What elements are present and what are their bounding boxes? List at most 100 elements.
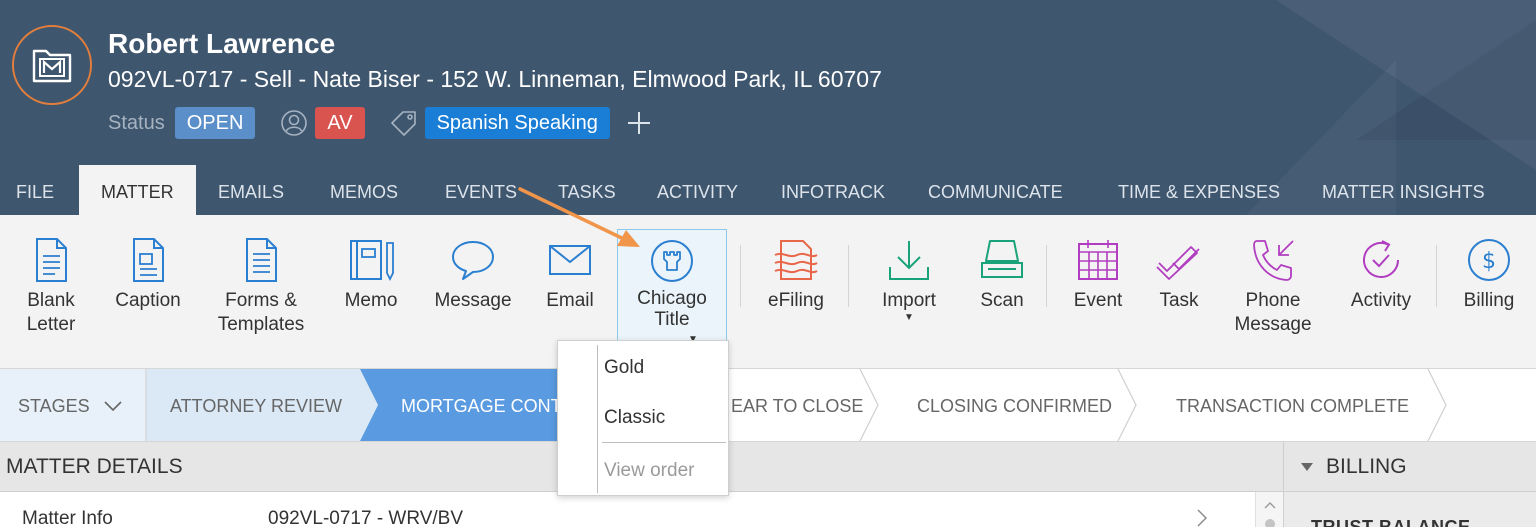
menu-item-classic[interactable]: Classic bbox=[604, 407, 665, 429]
tab-activity[interactable]: ACTIVITY bbox=[643, 165, 752, 215]
toolbar-separator bbox=[1046, 245, 1047, 307]
matter-folder-icon bbox=[12, 25, 92, 105]
menu-divider bbox=[602, 442, 726, 443]
chicago-title-label: Chicago Title bbox=[637, 288, 707, 330]
chicago-title-logo-icon bbox=[647, 236, 697, 286]
stage-attorney-review[interactable]: ATTORNEY REVIEW bbox=[170, 369, 342, 441]
tab-events[interactable]: EVENTS bbox=[431, 165, 531, 215]
tab-file[interactable]: FILE bbox=[2, 165, 68, 215]
tab-matter[interactable]: MATTER bbox=[79, 165, 196, 215]
import-caret-icon: ▼ bbox=[904, 312, 914, 323]
details-scrollbar[interactable] bbox=[1255, 492, 1283, 527]
speech-bubble-icon bbox=[448, 235, 498, 285]
tab-infotrack[interactable]: INFOTRACK bbox=[767, 165, 899, 215]
caption-label: Caption bbox=[115, 290, 181, 311]
document-icon bbox=[26, 235, 76, 285]
import-label: Import bbox=[882, 290, 936, 311]
caption-button[interactable]: Caption bbox=[106, 215, 190, 355]
blank-letter-label: Blank Letter bbox=[26, 290, 76, 335]
billing-panel-header[interactable]: BILLING bbox=[1283, 442, 1536, 492]
tab-time-expenses[interactable]: TIME & EXPENSES bbox=[1104, 165, 1294, 215]
chicago-title-menu: Gold Classic View order bbox=[557, 340, 729, 496]
chevron-down-icon bbox=[104, 401, 122, 412]
client-name[interactable]: Robert Lawrence bbox=[108, 28, 335, 60]
tab-matter-insights[interactable]: MATTER INSIGHTS bbox=[1308, 165, 1499, 215]
scan-label: Scan bbox=[980, 290, 1024, 311]
matter-info-label: Matter Info bbox=[22, 508, 113, 527]
dollar-icon: $ bbox=[1464, 235, 1514, 285]
task-button[interactable]: Task bbox=[1148, 215, 1210, 355]
chevron-right-icon[interactable] bbox=[1196, 508, 1208, 527]
envelope-icon bbox=[545, 235, 595, 285]
calendar-icon bbox=[1073, 235, 1123, 285]
assignee-badge[interactable]: AV bbox=[315, 107, 365, 139]
event-button[interactable]: Event bbox=[1066, 215, 1130, 355]
stage-mortgage-contingency[interactable]: MORTGAGE CONT bbox=[401, 369, 562, 441]
activity-refresh-icon bbox=[1356, 235, 1406, 285]
tag-badge[interactable]: Spanish Speaking bbox=[424, 107, 610, 139]
templates-icon bbox=[236, 235, 286, 285]
billing-panel: TRUST BALANCE bbox=[1283, 492, 1536, 527]
download-icon bbox=[884, 235, 934, 285]
scroll-up-icon[interactable] bbox=[1256, 492, 1284, 527]
tab-communicate[interactable]: COMMUNICATE bbox=[914, 165, 1077, 215]
status-label: Status bbox=[108, 111, 165, 134]
memo-button[interactable]: Memo bbox=[334, 215, 408, 355]
forms-templates-label: Forms & Templates bbox=[217, 290, 305, 335]
stage-clear-to-close[interactable]: EAR TO CLOSE bbox=[731, 369, 863, 441]
message-button[interactable]: Message bbox=[428, 215, 518, 355]
phone-message-button[interactable]: Phone Message bbox=[1226, 215, 1320, 355]
efiling-icon bbox=[771, 235, 821, 285]
task-check-icon bbox=[1154, 235, 1204, 285]
caption-document-icon bbox=[123, 235, 173, 285]
trust-balance-heading: TRUST BALANCE bbox=[1311, 517, 1471, 527]
menu-gutter bbox=[597, 345, 598, 493]
add-tag-icon[interactable] bbox=[624, 108, 654, 138]
matter-info-value[interactable]: 092VL-0717 - WRV/BV bbox=[268, 508, 463, 527]
toolbar-separator bbox=[740, 245, 741, 307]
stages-bar: STAGES ATTORNEY REVIEW MORTGAGE CONT EAR… bbox=[0, 368, 1536, 442]
tab-memos[interactable]: MEMOS bbox=[316, 165, 412, 215]
header-decoration bbox=[1356, 20, 1536, 140]
matter-summary: 092VL-0717 - Sell - Nate Biser - 152 W. … bbox=[108, 66, 882, 92]
tab-tasks[interactable]: TASKS bbox=[544, 165, 630, 215]
billing-button[interactable]: $ Billing bbox=[1456, 215, 1522, 355]
menu-item-gold[interactable]: Gold bbox=[604, 357, 644, 379]
stage-closing-confirmed[interactable]: CLOSING CONFIRMED bbox=[917, 369, 1112, 441]
email-label: Email bbox=[546, 290, 594, 311]
event-label: Event bbox=[1073, 290, 1123, 311]
message-label: Message bbox=[434, 290, 512, 311]
forms-templates-button[interactable]: Forms & Templates bbox=[210, 215, 312, 355]
billing-label: Billing bbox=[1463, 290, 1515, 311]
tag-icon bbox=[389, 108, 419, 138]
tab-emails[interactable]: EMAILS bbox=[204, 165, 298, 215]
blank-letter-button[interactable]: Blank Letter bbox=[12, 215, 90, 355]
scanner-icon bbox=[977, 235, 1027, 285]
phone-message-label: Phone Message bbox=[1234, 290, 1312, 335]
stages-dropdown[interactable]: STAGES bbox=[18, 369, 123, 441]
user-icon bbox=[279, 108, 309, 138]
notebook-icon bbox=[346, 235, 396, 285]
activity-button[interactable]: Activity bbox=[1340, 215, 1422, 355]
matter-details-title: MATTER DETAILS bbox=[6, 455, 183, 478]
ribbon-toolbar: Blank Letter Caption Forms & Templates M… bbox=[0, 215, 1536, 368]
efiling-button[interactable]: eFiling bbox=[758, 215, 834, 355]
collapse-triangle-icon[interactable] bbox=[1301, 463, 1313, 471]
toolbar-separator bbox=[848, 245, 849, 307]
chicago-title-button[interactable]: Chicago Title ▼ bbox=[617, 229, 727, 353]
task-label: Task bbox=[1159, 290, 1199, 311]
memo-label: Memo bbox=[344, 290, 398, 311]
efiling-label: eFiling bbox=[768, 290, 824, 311]
email-button[interactable]: Email bbox=[536, 215, 604, 355]
toolbar-separator bbox=[1436, 245, 1437, 307]
import-button[interactable]: Import ▼ bbox=[872, 215, 946, 355]
svg-text:$: $ bbox=[1482, 249, 1496, 274]
stage-transaction-complete[interactable]: TRANSACTION COMPLETE bbox=[1176, 369, 1409, 441]
billing-panel-title: BILLING bbox=[1326, 455, 1407, 478]
status-badge[interactable]: OPEN bbox=[174, 107, 256, 139]
matter-details-panel: Matter Info 092VL-0717 - WRV/BV bbox=[0, 492, 1255, 527]
scan-button[interactable]: Scan bbox=[970, 215, 1034, 355]
activity-label: Activity bbox=[1350, 290, 1412, 311]
phone-incoming-icon bbox=[1248, 235, 1298, 285]
stages-label: STAGES bbox=[18, 396, 90, 416]
